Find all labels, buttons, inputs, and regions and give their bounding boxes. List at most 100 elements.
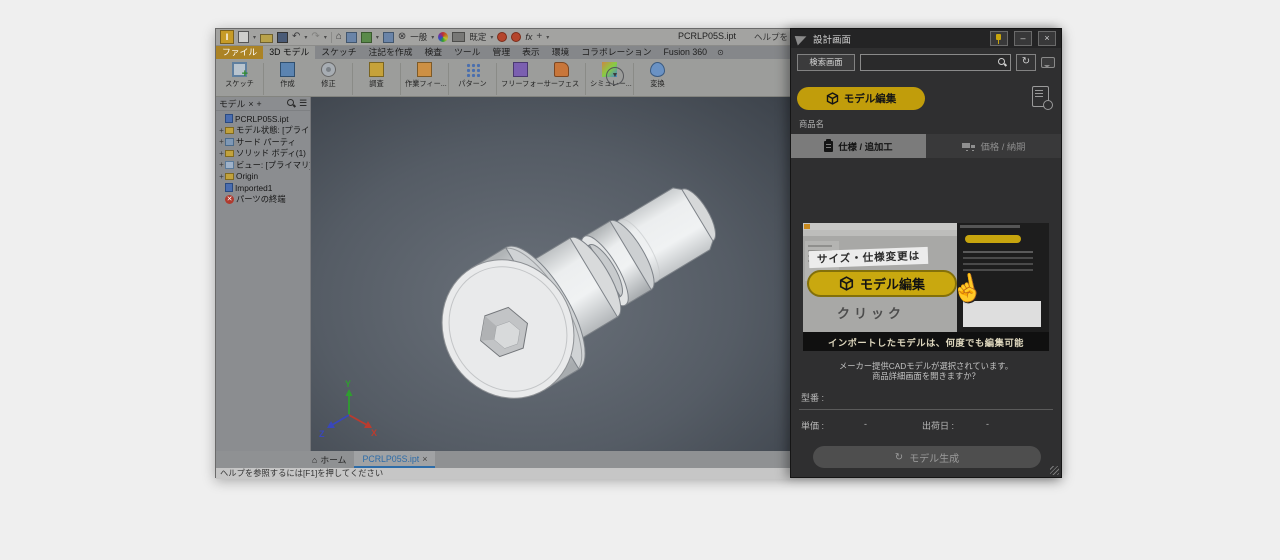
material-icon[interactable] [361,32,372,43]
parameters-icon[interactable] [383,32,394,43]
appearance-icon[interactable] [452,32,465,42]
imported-body-icon [225,183,233,192]
open-file-icon[interactable] [260,34,273,43]
tab-document[interactable]: PCRLP05S.ipt × [354,451,435,468]
tab-environments[interactable]: 環境 [546,46,576,59]
resize-grip[interactable] [1050,466,1059,475]
unit-price-label: 単価 : [801,419,824,432]
new-file-icon[interactable] [238,31,249,43]
tab-price-delivery[interactable]: 価格 / 納期 [926,134,1061,158]
tree-item-solid-bodies[interactable]: + ソリッド ボディ(1) [218,148,310,160]
history-button[interactable]: ↻ [1016,54,1036,71]
tab-sketch[interactable]: スケッチ [315,46,362,59]
ribbon-button-inspect[interactable]: 調査 [357,62,396,89]
color-wheel-icon[interactable] [438,32,448,42]
document-title: PCRLP05S.ipt [678,31,736,41]
folder-icon [225,150,234,157]
ribbon-button-sketch[interactable]: スケッチ [220,62,259,89]
tab-view[interactable]: 表示 [516,46,546,59]
material-select[interactable]: 一般 [410,31,427,43]
triad-y-label: Y [345,379,351,389]
search-input[interactable] [860,54,1011,71]
ribbon-separator [352,63,353,95]
truck-icon [962,142,976,151]
model-edit-button[interactable]: モデル編集 [797,87,925,110]
panel-title-bar: 設計画面 – × [791,29,1061,48]
tree-expand-icon[interactable]: + [218,149,225,158]
tree-expand-icon[interactable]: + [218,172,225,181]
tab-spec-machining[interactable]: 仕様 / 追加工 [791,134,926,158]
tree-item-end-of-part[interactable]: ✕ パーツの終端 [218,194,310,206]
ribbon-button-create[interactable]: 作成 [268,62,307,89]
add-command-icon[interactable]: + [536,32,542,42]
ship-date-value: - [986,419,989,432]
material-dropdown-icon[interactable]: ▾ [376,34,379,41]
ribbon-button-pattern[interactable]: パターン [453,62,492,89]
tab-collaboration[interactable]: コラボレーション [575,46,657,59]
minimize-button[interactable]: – [1014,31,1032,46]
tab-tools[interactable]: ツール [448,46,486,59]
print-icon[interactable] [346,32,357,43]
qat-customize-icon[interactable]: ▾ [546,34,549,41]
undo-icon[interactable]: ↶ [292,32,300,42]
browser-add-icon[interactable]: + [257,99,262,109]
tab-annotate[interactable]: 注記を作成 [363,46,419,59]
close-tab-icon[interactable]: × [422,454,427,464]
appearance-dropdown-icon[interactable]: ▾ [490,34,493,41]
model-generate-button[interactable]: ↻ モデル生成 [813,446,1041,468]
tab-home[interactable]: ⌂ ホーム [304,451,354,468]
browser-close-icon[interactable]: × [248,99,253,109]
clear-adjust-icon[interactable] [511,32,521,42]
ribbon-button-freeform[interactable]: フリーフォー... [501,62,540,89]
home-icon[interactable]: ⌂ [336,32,342,42]
design-panel: 設計画面 – × 検索画面 ↻ モデル編集 商品 [790,28,1062,478]
tab-file[interactable]: ファイル [216,46,263,59]
tree-item-view[interactable]: + ビュー: [プライマリ] [218,159,310,171]
browser-menu-icon[interactable]: ☰ [299,98,307,109]
redo-icon[interactable]: ↷ [311,32,319,42]
ribbon-button-surface[interactable]: サーフェス [542,62,581,89]
pin-icon[interactable] [990,31,1008,46]
tree-item-origin[interactable]: + Origin [218,171,310,183]
3d-viewport[interactable]: Y X Z [311,97,791,451]
tree-item-imported[interactable]: Imported1 [218,182,310,194]
redo-dropdown-icon[interactable]: ▾ [324,34,327,41]
undo-dropdown-icon[interactable]: ▾ [304,34,307,41]
tab-3d-model[interactable]: 3D モデル [263,46,315,59]
appearance-select[interactable]: 既定 [469,31,486,43]
tree-expand-icon[interactable]: + [218,137,225,146]
ribbon-button-modify[interactable]: 修正 [309,62,348,89]
ribbon-button-convert[interactable]: 変換 [638,62,677,89]
search-icon[interactable] [998,58,1007,67]
quote-history-icon[interactable] [1032,86,1049,107]
tab-manage[interactable]: 管理 [487,46,517,59]
sketch-icon [232,62,247,77]
tree-expand-icon[interactable]: + [218,160,225,169]
triad-z-label: Z [319,429,325,439]
cross-section-icon[interactable]: ⊗ [398,32,406,42]
feedback-icon[interactable] [1041,57,1055,68]
app-logo-icon[interactable]: I [220,30,234,44]
adjust-icon[interactable] [497,32,507,42]
new-dropdown-icon[interactable]: ▾ [253,34,256,41]
tab-fusion360[interactable]: Fusion 360 [658,46,714,59]
browser-search-icon[interactable] [287,99,296,108]
fx-parameters-icon[interactable]: fx [525,32,532,42]
create-icon [280,62,295,77]
search-screen-button[interactable]: 検索画面 [797,54,855,71]
tree-item-root[interactable]: PCRLP05S.ipt [218,113,310,125]
help-search-box[interactable]: ヘルプを [754,31,788,43]
ribbon-separator [263,63,264,95]
close-button[interactable]: × [1038,31,1056,46]
tree-expand-icon[interactable]: + [218,126,225,135]
ribbon-collapse-button[interactable]: ▼ [606,67,624,85]
material-select-dropdown-icon[interactable]: ▾ [431,34,434,41]
panel-tab-bar: 仕様 / 追加工 価格 / 納期 [791,134,1061,158]
tab-inspect[interactable]: 検査 [419,46,449,59]
save-icon[interactable] [277,32,288,43]
ribbon-button-work-features[interactable]: 作業フィー... [405,62,444,89]
tab-options-icon[interactable]: ⊙ [713,46,724,59]
product-name-label: 商品名 [799,118,824,130]
tree-item-model-states[interactable]: + モデル状態: [プライマリ] [218,125,310,137]
tree-item-third-party[interactable]: + サード パーティ [218,136,310,148]
